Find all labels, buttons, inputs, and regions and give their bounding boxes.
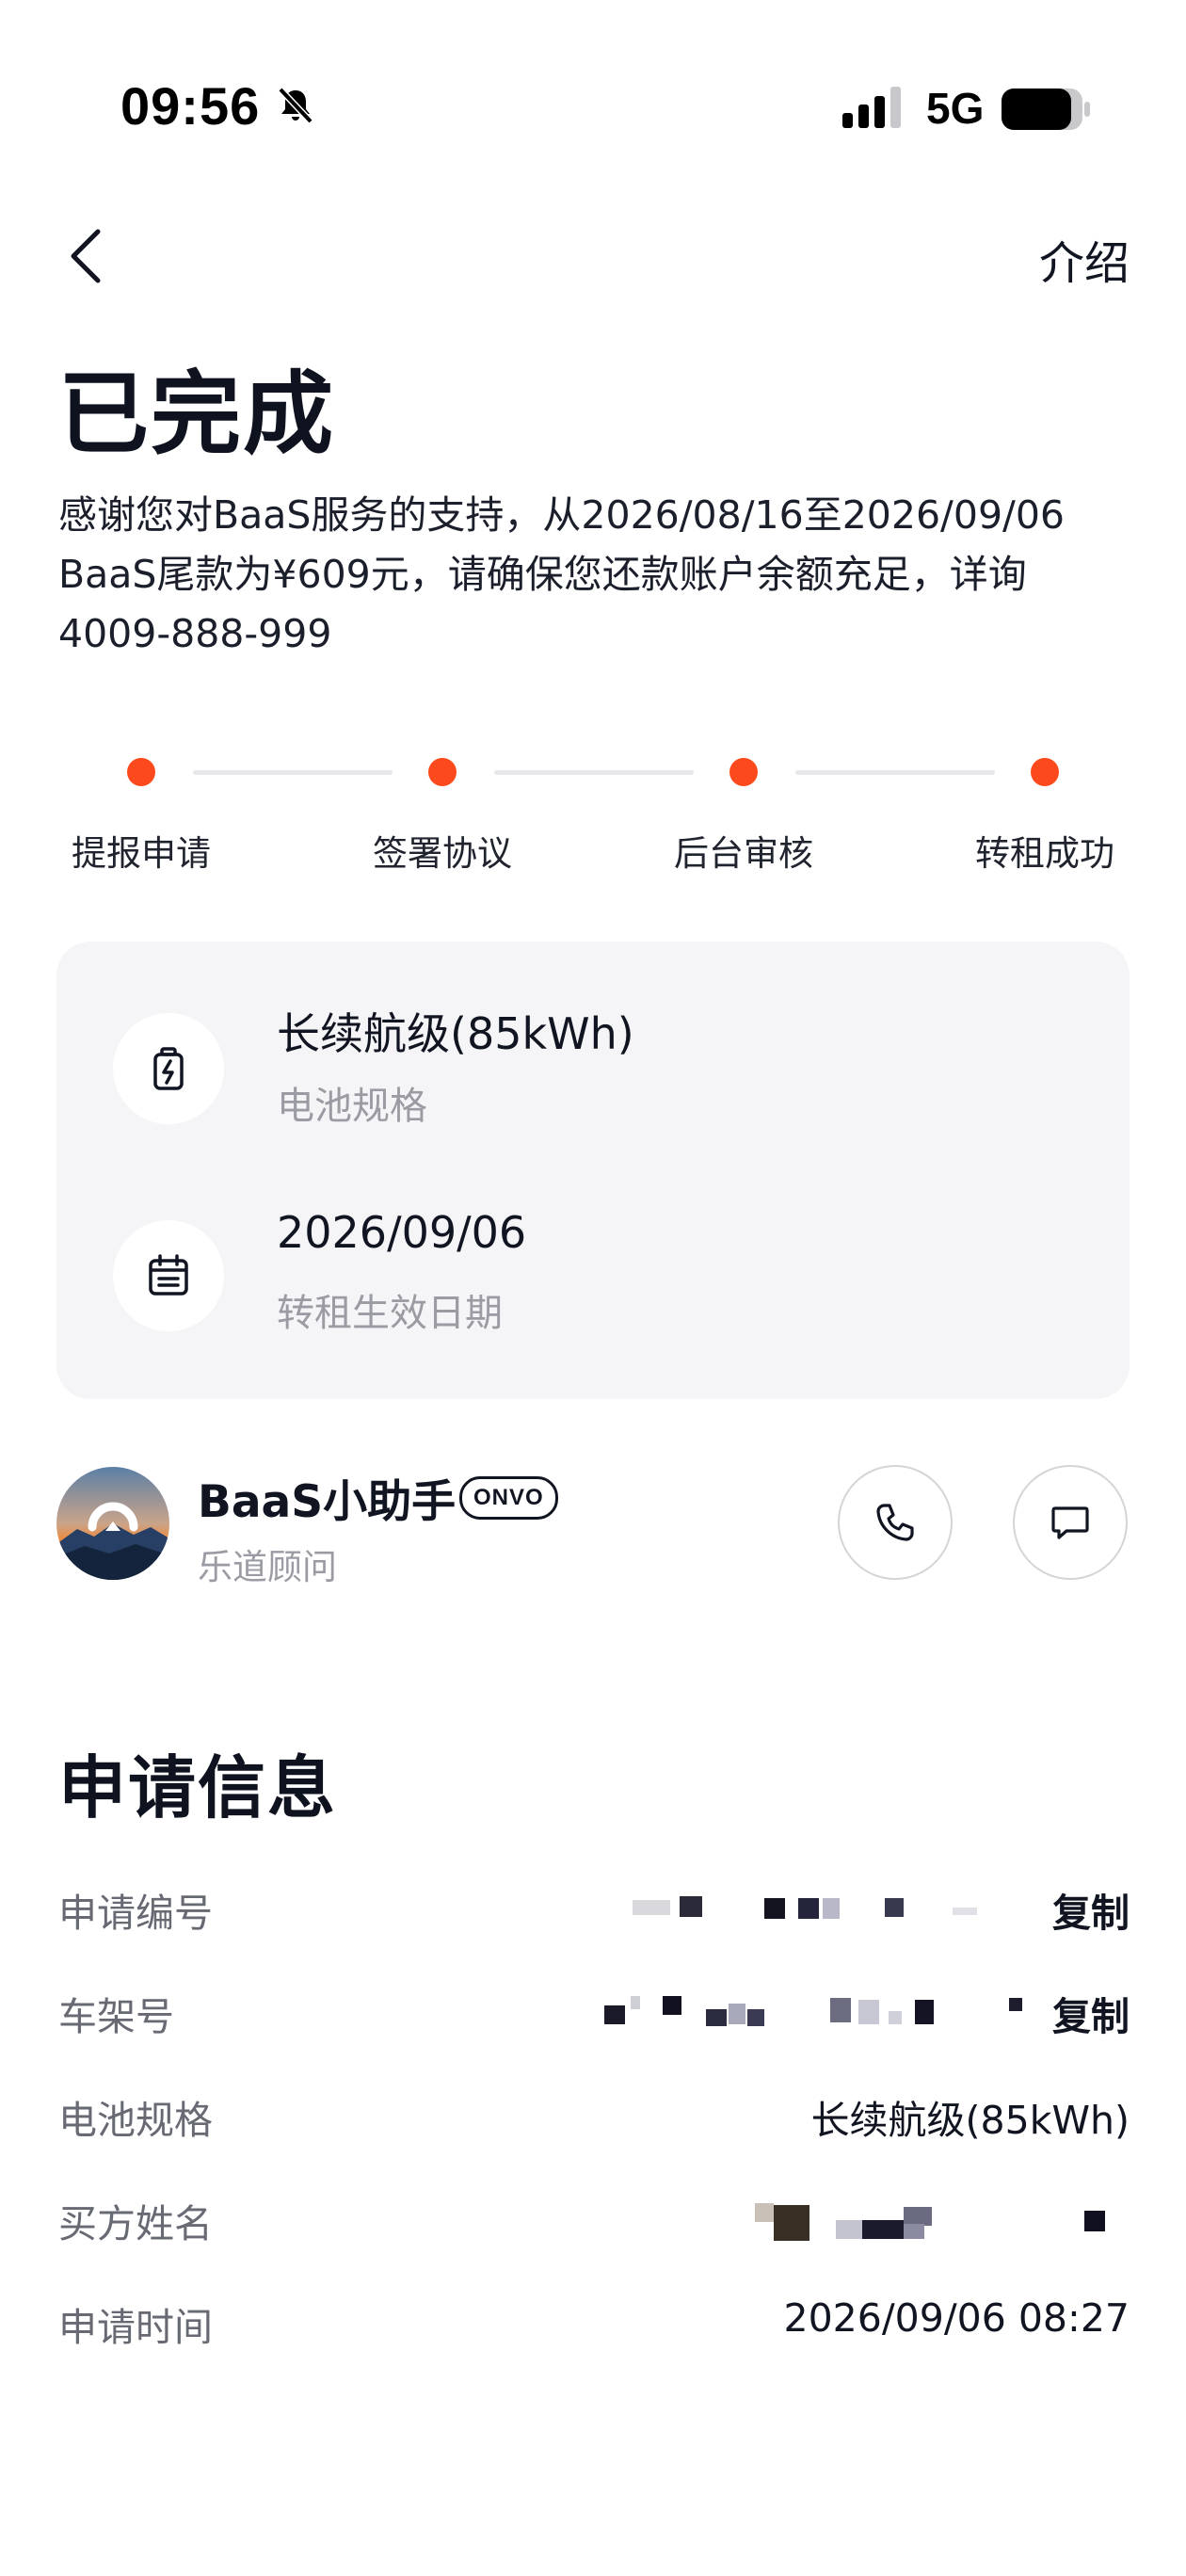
- battery-spec-value: 长续航级(85kWh): [277, 1008, 634, 1059]
- notice-text: 感谢您对BaaS服务的支持，从2026/08/16至2026/09/06 Baa…: [58, 486, 1141, 664]
- status-bar: 09:56 5G: [0, 0, 1186, 217]
- step-dot: [127, 758, 155, 786]
- progress-steps: 提报申请 签署协议 后台审核 转租成功: [0, 744, 1186, 885]
- detail-label: 车架号: [58, 1994, 174, 2039]
- detail-row-application-time: 申请时间 2026/09/06 08:27: [58, 2295, 1130, 2361]
- effective-date-label: 转租生效日期: [277, 1292, 503, 1335]
- redacted-value: [755, 2201, 1130, 2243]
- detail-row-application-number: 申请编号 复制: [58, 1881, 1130, 1947]
- page-title: 已完成: [58, 362, 335, 467]
- battery-spec-label: 电池规格: [277, 1085, 427, 1128]
- battery-spec-row: 长续航级(85kWh) 电池规格: [56, 942, 1130, 1128]
- call-button[interactable]: [838, 1465, 953, 1580]
- detail-label: 电池规格: [58, 2098, 213, 2143]
- brand-badge: ONVO: [459, 1476, 558, 1520]
- detail-row-battery-spec: 电池规格 长续航级(85kWh): [58, 2088, 1130, 2154]
- step-connector: [494, 770, 694, 775]
- notice-line: 4009-888-999: [58, 611, 332, 656]
- redacted-value: [585, 1994, 1113, 2036]
- detail-row-buyer-name: 买方姓名: [58, 2192, 1130, 2258]
- step-label: 提报申请: [72, 833, 211, 874]
- detail-row-vin: 车架号 复制: [58, 1985, 1130, 2051]
- status-time: 09:56: [120, 76, 261, 136]
- chat-icon: [1051, 1506, 1089, 1539]
- assistant-contact: BaaS小助手 ONVO 乐道顾问: [56, 1465, 1130, 1587]
- detail-value: 2026/09/06 08:27: [783, 2295, 1130, 2341]
- copy-application-number-button[interactable]: 复制: [1052, 1881, 1130, 1938]
- signal-icon: [842, 87, 901, 128]
- step-connector: [795, 770, 995, 775]
- back-button[interactable]: [58, 218, 115, 294]
- step-dot: [1031, 758, 1059, 786]
- assistant-name: BaaS小助手: [198, 1476, 457, 1528]
- calendar-icon-badge: [113, 1220, 224, 1331]
- step-label: 后台审核: [674, 833, 813, 874]
- battery-charge-icon: [153, 1047, 184, 1090]
- detail-label: 申请编号: [58, 1891, 213, 1936]
- copy-vin-button[interactable]: 复制: [1052, 1985, 1130, 2041]
- notice-line: BaaS尾款为¥609元，请确保您还款账户余额充足，详询: [58, 552, 1027, 597]
- step-dot: [729, 758, 758, 786]
- step-label: 签署协议: [373, 833, 512, 874]
- network-label: 5G: [926, 84, 985, 133]
- effective-date-value: 2026/09/06: [277, 1207, 527, 1258]
- phone-icon: [876, 1504, 914, 1541]
- assistant-role: 乐道顾问: [198, 1547, 337, 1587]
- calendar-icon: [149, 1254, 188, 1296]
- summary-card: 长续航级(85kWh) 电池规格 2026/09/06 转租生效日期: [56, 942, 1130, 1399]
- notice-line: 感谢您对BaaS服务的支持，从2026/08/16至2026/09/06: [58, 492, 1066, 538]
- message-button[interactable]: [1013, 1465, 1128, 1580]
- redacted-value: [623, 1891, 1028, 1932]
- effective-date-row: 2026/09/06 转租生效日期: [56, 1149, 1130, 1335]
- step-label: 转租成功: [975, 833, 1114, 874]
- step-dot: [428, 758, 457, 786]
- detail-label: 买方姓名: [58, 2201, 213, 2246]
- bell-muted-icon: [278, 87, 313, 124]
- battery-icon-badge: [113, 1013, 224, 1124]
- intro-link[interactable]: 介绍: [1039, 226, 1130, 292]
- detail-label: 申请时间: [58, 2305, 213, 2350]
- detail-value: 长续航级(85kWh): [810, 2098, 1130, 2143]
- step-connector: [193, 770, 393, 775]
- section-title: 申请信息: [58, 1748, 338, 1827]
- assistant-avatar: [56, 1467, 169, 1580]
- battery-icon: [1002, 89, 1090, 130]
